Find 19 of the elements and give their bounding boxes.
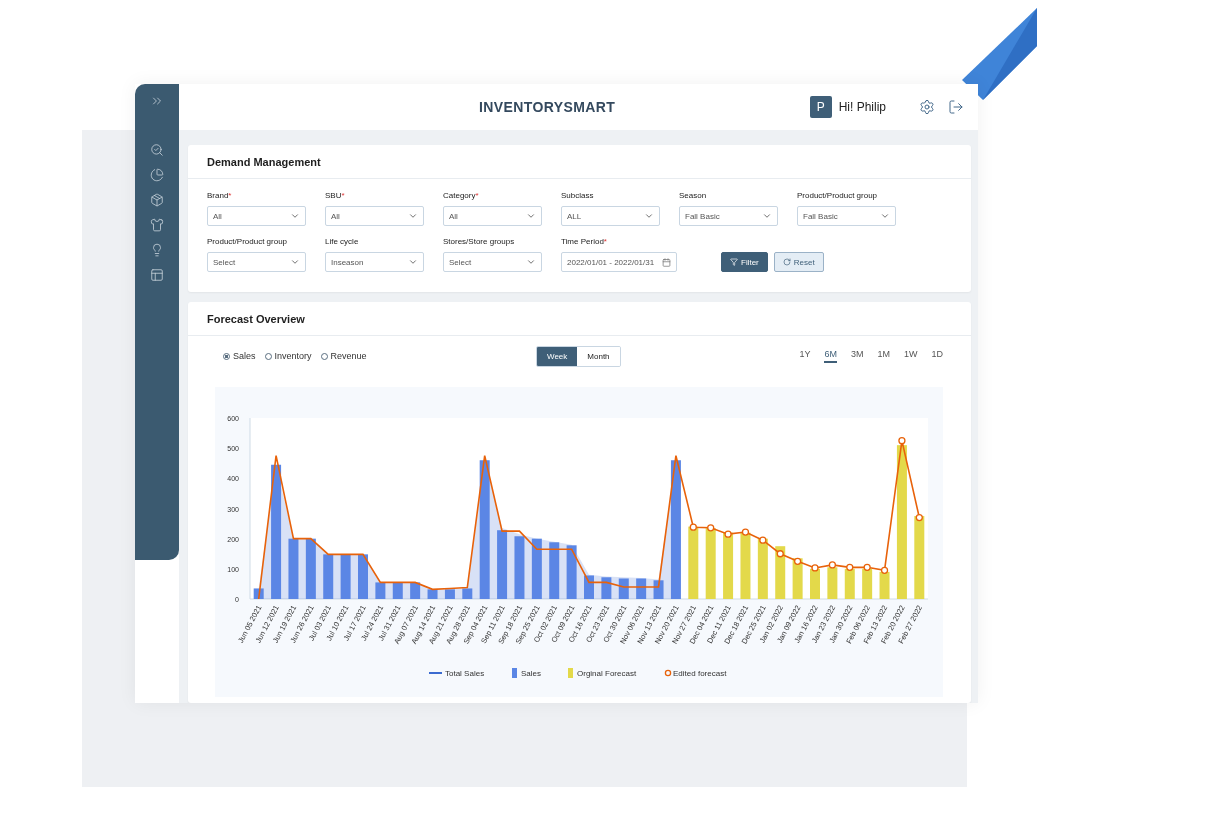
legend-label: Orginal Forecast <box>577 669 637 678</box>
field-label: SBU* <box>325 191 346 201</box>
field-label: Subclass <box>561 191 595 201</box>
field-label: Product/Product group <box>207 237 289 247</box>
field-label: Product/Product group <box>797 191 879 201</box>
card-title: Demand Management <box>188 145 971 179</box>
user-greeting: Hi! Philip <box>838 100 886 114</box>
app-title: INVENTORYSMART <box>479 99 616 115</box>
field-label: Brand* <box>207 191 233 201</box>
legend-label: Sales <box>521 669 541 678</box>
card-title: Forecast Overview <box>188 302 971 336</box>
field-label: Life cycle <box>325 237 360 247</box>
legend-label: Total Sales <box>445 669 485 678</box>
field-label: Category* <box>443 191 480 201</box>
field-label: Time Period* <box>561 237 608 247</box>
legend-label: Edited forecast <box>673 669 727 678</box>
field-label: Stores/Store groups <box>443 237 516 247</box>
field-label: Season <box>679 191 708 201</box>
user-avatar: P <box>809 96 832 118</box>
